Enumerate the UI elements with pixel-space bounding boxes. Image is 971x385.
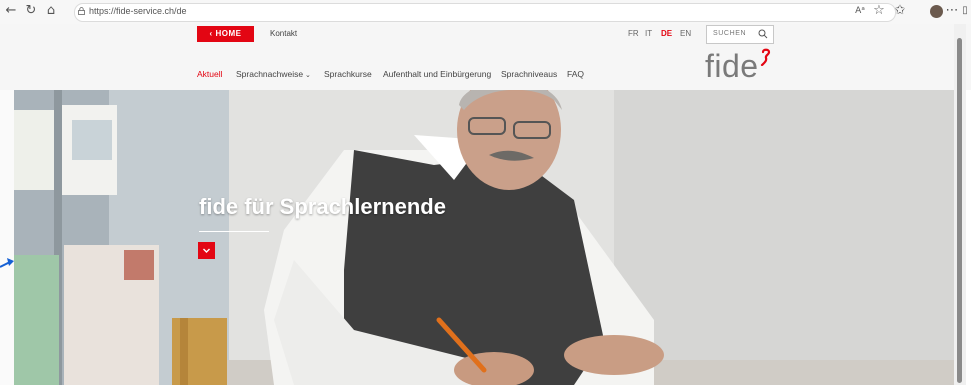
lang-en[interactable]: EN: [680, 29, 691, 38]
fide-logo[interactable]: fide: [705, 50, 759, 82]
nav-aufenthalt[interactable]: Aufenthalt und Einbürgerung: [383, 69, 491, 79]
home-label: HOME: [215, 29, 242, 38]
back-icon[interactable]: ←: [4, 4, 18, 18]
refresh-icon[interactable]: ↻: [24, 4, 38, 18]
scroll-down-button[interactable]: [198, 242, 215, 259]
scrollbar-thumb[interactable]: [957, 38, 962, 383]
page-scrollbar[interactable]: [954, 24, 966, 385]
url-text: https://fide-service.ch/de: [89, 6, 187, 16]
nav-faq[interactable]: FAQ: [567, 69, 584, 79]
logo-mark-icon: [760, 48, 771, 66]
browser-toolbar: ← ↻ ⌂ https://fide-service.ch/de Aᵃ ☆ ✩ …: [0, 0, 971, 25]
hero-banner: [14, 90, 954, 385]
more-icon[interactable]: ⋯: [945, 4, 959, 18]
hero-photo: [14, 90, 954, 385]
sidebar-icon[interactable]: ▯: [958, 4, 971, 18]
site-header: [0, 24, 971, 90]
profile-icon[interactable]: [930, 5, 943, 18]
hero-title-underline: [199, 231, 269, 232]
pointer-arrow-icon: [0, 258, 14, 268]
nav-sprachkurse[interactable]: Sprachkurse: [324, 69, 372, 79]
collections-icon[interactable]: ✩: [893, 4, 907, 18]
search-placeholder: SUCHEN: [713, 30, 747, 37]
contact-link[interactable]: Kontakt: [270, 29, 297, 38]
nav-sprachnachweise-label: Sprachnachweise: [236, 69, 304, 79]
lock-icon: [78, 7, 85, 15]
read-aloud-icon[interactable]: Aᵃ: [853, 4, 867, 18]
chevron-down-icon: ⌄: [303, 72, 311, 79]
nav-aktuell[interactable]: Aktuell: [197, 69, 223, 79]
favorite-icon[interactable]: ☆: [872, 4, 886, 18]
lang-de[interactable]: DE: [661, 29, 672, 38]
chevron-down-icon: [203, 248, 210, 253]
nav-sprachniveaus[interactable]: Sprachniveaus: [501, 69, 557, 79]
nav-sprachnachweise[interactable]: Sprachnachweise ⌄: [236, 69, 311, 79]
hero-title: fide für Sprachlernende: [199, 194, 446, 219]
search-icon[interactable]: [758, 29, 768, 39]
home-icon[interactable]: ⌂: [44, 4, 58, 18]
search-input[interactable]: SUCHEN: [706, 25, 774, 44]
lang-it[interactable]: IT: [645, 29, 652, 38]
home-button[interactable]: ‹ HOME: [197, 26, 254, 42]
address-bar[interactable]: https://fide-service.ch/de: [74, 3, 896, 22]
lang-fr[interactable]: FR: [628, 29, 639, 38]
